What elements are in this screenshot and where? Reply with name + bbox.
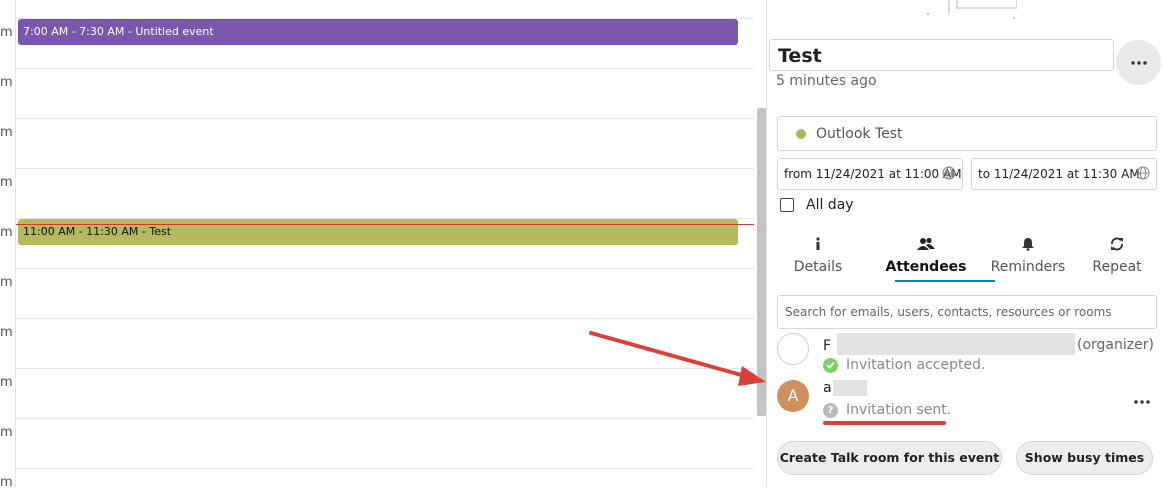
question-icon: ?	[823, 402, 838, 418]
bell-icon	[1019, 235, 1037, 253]
all-day-label: All day	[806, 197, 854, 213]
calendar-picker[interactable]: Outlook Test	[777, 116, 1157, 151]
attendee-status-text: Invitation sent.	[846, 402, 952, 418]
hour-label: m	[0, 125, 13, 140]
calendar-illustration-icon	[927, 0, 1017, 19]
hour-label: m	[0, 425, 13, 440]
show-busy-times-button[interactable]: Show busy times	[1016, 441, 1153, 475]
event-editor-sidebar: Test 5 minutes ago Outlook Test from 11/…	[767, 0, 1164, 487]
attendee-status: Invitation accepted.	[823, 357, 985, 373]
all-day-checkbox[interactable]	[780, 198, 794, 212]
hour-label: m	[0, 375, 13, 390]
timezone-globe-icon[interactable]	[942, 166, 956, 180]
tab-details[interactable]: Details	[770, 233, 866, 283]
more-horizontal-icon	[1134, 400, 1150, 404]
last-modified-text: 5 minutes ago	[776, 73, 877, 89]
info-icon	[809, 235, 827, 253]
more-horizontal-icon	[1130, 60, 1147, 65]
time-column-divider	[15, 0, 16, 487]
hour-line	[16, 418, 754, 419]
tab-label: Attendees	[885, 259, 967, 275]
avatar	[777, 333, 809, 365]
attendee-status-text: Invitation accepted.	[846, 357, 986, 373]
calendar-name: Outlook Test	[816, 125, 903, 142]
attendee-actions-button[interactable]	[1127, 394, 1157, 410]
calendar-color-dot-icon	[796, 128, 806, 139]
attendee-name: F	[823, 338, 832, 354]
attendee-name: a	[823, 380, 832, 396]
end-datetime-text: to 11/24/2021 at 11:30 AM	[978, 167, 1140, 181]
current-time-indicator	[16, 224, 754, 225]
hour-label: m	[0, 475, 13, 490]
repeat-icon	[1108, 235, 1126, 253]
hour-label: m	[0, 175, 13, 190]
calendar-grid[interactable]: m m m m m m m m m m 7:00 AM - 7:30 AM - …	[0, 0, 766, 490]
avatar: A	[777, 380, 809, 412]
start-datetime-field[interactable]: from 11/24/2021 at 11:00 AM	[777, 158, 963, 190]
hour-line	[16, 168, 754, 169]
organizer-tag: (organizer)	[1077, 337, 1154, 353]
attendee-row-organizer[interactable]: F (organizer) Invitation accepted.	[777, 333, 1157, 377]
hour-line	[16, 268, 754, 269]
calendar-scrollbar[interactable]	[757, 108, 766, 416]
event-actions-button[interactable]	[1116, 40, 1161, 85]
start-datetime-text: from 11/24/2021 at 11:00 AM	[784, 167, 962, 181]
create-talk-room-button[interactable]: Create Talk room for this event	[777, 441, 1002, 475]
redacted-name	[837, 333, 1075, 355]
calendar-event-test[interactable]: 11:00 AM - 11:30 AM - Test	[18, 219, 738, 245]
check-icon	[823, 357, 838, 373]
editor-tabs: Details Attendees Reminders Repeat	[777, 233, 1159, 283]
end-datetime-field[interactable]: to 11/24/2021 at 11:30 AM	[971, 158, 1157, 190]
tab-reminders[interactable]: Reminders	[980, 233, 1076, 283]
hour-line	[16, 368, 754, 369]
hour-label: m	[0, 225, 13, 240]
hour-line	[16, 68, 754, 69]
hour-label: m	[0, 25, 13, 40]
redacted-name	[833, 380, 867, 396]
attendee-search-input[interactable]: Search for emails, users, contacts, reso…	[777, 295, 1157, 329]
tab-repeat[interactable]: Repeat	[1069, 233, 1164, 283]
hour-line	[16, 318, 754, 319]
all-day-toggle[interactable]: All day	[780, 197, 854, 213]
hour-line	[16, 118, 754, 119]
tab-attendees[interactable]: Attendees	[878, 233, 974, 283]
hour-label: m	[0, 275, 13, 290]
people-icon	[917, 235, 935, 253]
active-tab-indicator	[895, 280, 995, 282]
attendee-row-invitee[interactable]: A a ? Invitation sent.	[777, 380, 1157, 424]
tab-label: Repeat	[1092, 259, 1142, 275]
calendar-event-untitled[interactable]: 7:00 AM - 7:30 AM - Untitled event	[18, 19, 738, 45]
tab-label: Details	[793, 259, 843, 275]
timezone-globe-icon[interactable]	[1136, 166, 1150, 180]
event-title-input[interactable]: Test	[769, 39, 1114, 71]
hour-label: m	[0, 325, 13, 340]
hour-label: m	[0, 75, 13, 90]
attendee-status: ? Invitation sent.	[823, 402, 951, 418]
tab-label: Reminders	[990, 259, 1066, 275]
hour-line	[16, 468, 754, 469]
